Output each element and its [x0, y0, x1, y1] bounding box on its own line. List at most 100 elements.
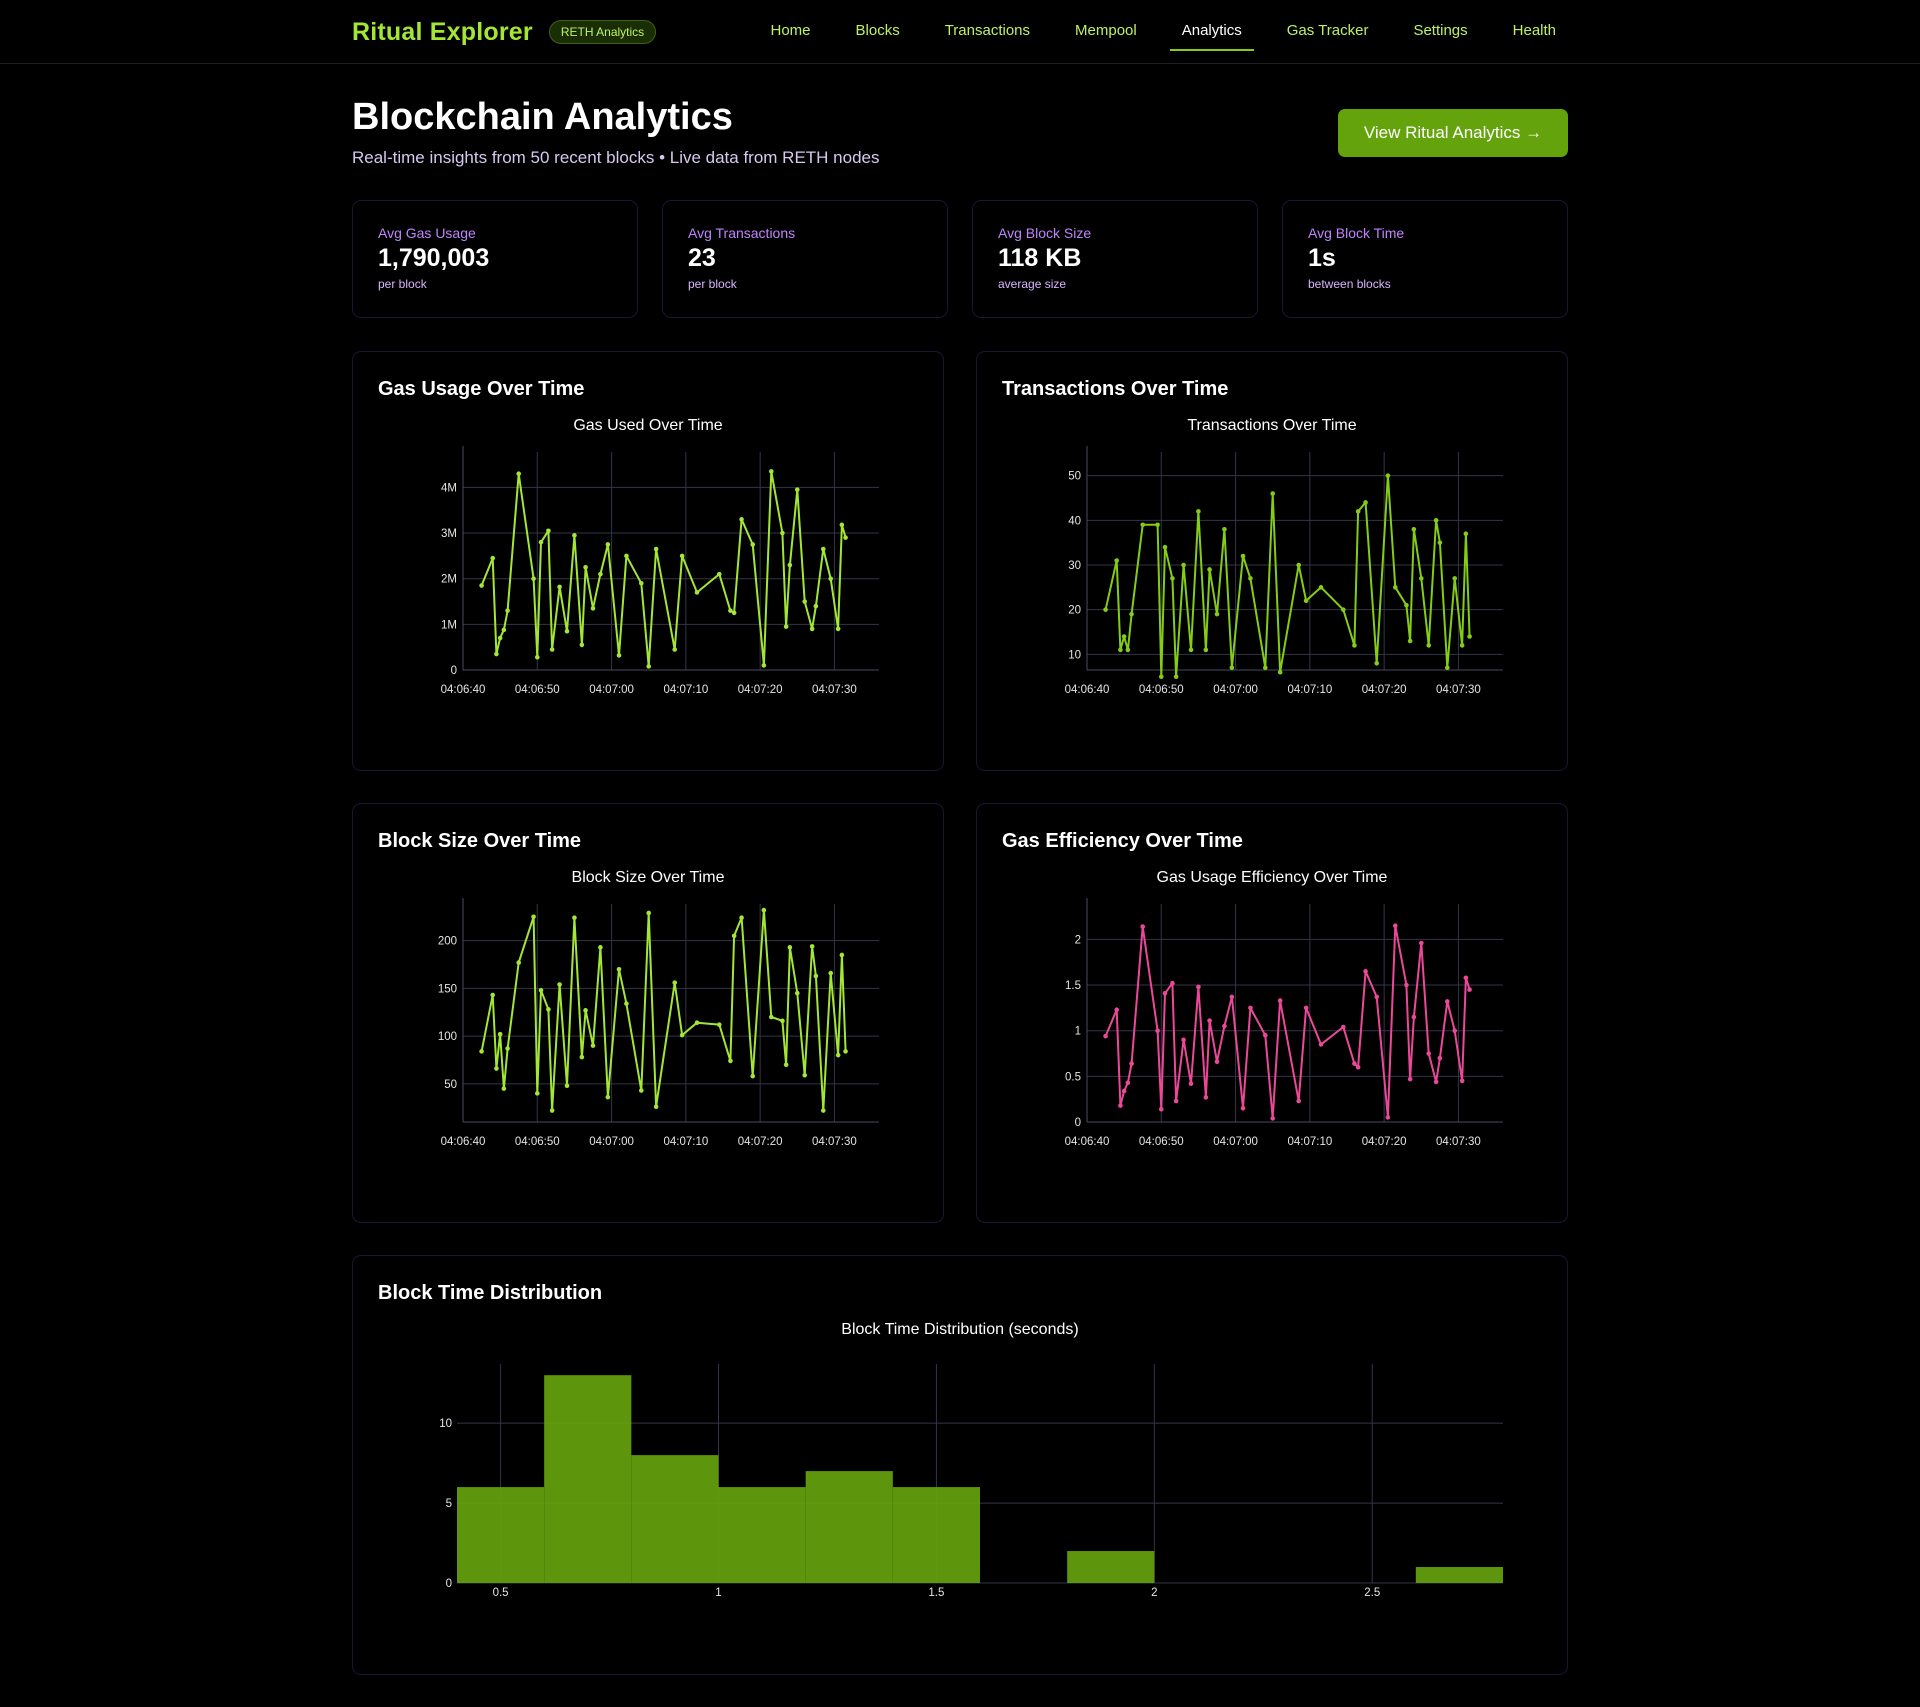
- data-point: [1140, 522, 1146, 528]
- data-point: [1229, 665, 1235, 671]
- data-point: [1363, 500, 1368, 505]
- stat-card-transactions: Avg Transactions 23 per block: [662, 200, 948, 318]
- data-point: [1214, 611, 1220, 617]
- data-point: [1433, 1079, 1439, 1085]
- data-point: [1404, 602, 1409, 608]
- stat-value: 1s: [1308, 244, 1336, 272]
- data-point: [1437, 1055, 1443, 1061]
- y-tick-label: 3M: [441, 528, 457, 540]
- data-point: [531, 576, 536, 581]
- data-point: [1463, 975, 1469, 981]
- data-point: [1318, 1042, 1324, 1047]
- nav-link-analytics[interactable]: Analytics: [1169, 0, 1254, 64]
- data-point: [672, 647, 678, 652]
- x-tick-label: 04:07:00: [589, 684, 634, 696]
- y-tick-label: 2: [1075, 934, 1081, 946]
- block-size-chart[interactable]: Block Size Over Time 04:06:40 04:06:50 04:0…: [353, 804, 943, 1222]
- data-point: [579, 1054, 585, 1060]
- data-point: [505, 1046, 510, 1051]
- y-tick-label: 10: [439, 1418, 452, 1430]
- data-point: [590, 1043, 596, 1048]
- data-point: [694, 590, 700, 595]
- block-time-histogram[interactable]: Block Time Distribution (seconds) 0.5 1 1.5…: [353, 1256, 1567, 1674]
- stat-label: Avg Gas Usage: [378, 225, 476, 241]
- histogram-bar: [892, 1487, 980, 1583]
- nav-link-home[interactable]: Home: [759, 0, 823, 64]
- data-point: [546, 528, 551, 534]
- data-point: [1444, 999, 1450, 1004]
- data-point: [598, 945, 603, 950]
- data-point: [768, 1014, 774, 1020]
- data-point: [1207, 1018, 1212, 1023]
- data-point: [1355, 509, 1361, 514]
- nav-links: Home Blocks Transactions Mempool Analytics Ga…: [738, 0, 1569, 64]
- data-point: [1404, 982, 1409, 988]
- histogram-bar: [544, 1375, 632, 1583]
- data-point: [843, 1049, 848, 1054]
- data-point: [572, 533, 577, 538]
- data-point: [546, 1007, 551, 1012]
- data-point: [605, 1094, 611, 1100]
- chart-title: Block Time Distribution (seconds): [841, 1321, 1078, 1338]
- x-tick-label: 04:07:10: [663, 684, 708, 696]
- x-tick-label: 04:07:00: [1213, 1136, 1258, 1148]
- data-point: [716, 1022, 722, 1027]
- x-tick-label: 1.5: [928, 1587, 944, 1599]
- data-point: [835, 1052, 841, 1058]
- data-point: [1467, 634, 1472, 639]
- data-point: [583, 564, 588, 570]
- x-tick-label: 04:06:40: [441, 1136, 486, 1148]
- gas-usage-chart[interactable]: Gas Used Over Time 04:06:40 04:06:50 04:07:…: [353, 352, 943, 770]
- data-point: [1444, 665, 1450, 671]
- data-point: [780, 530, 785, 536]
- view-ritual-analytics-button[interactable]: View Ritual Analytics →: [1338, 109, 1568, 157]
- data-point: [534, 654, 540, 660]
- data-point: [802, 599, 808, 604]
- data-point: [679, 1032, 685, 1038]
- data-point: [1459, 1078, 1465, 1084]
- y-tick-label: 2M: [441, 574, 457, 586]
- y-tick-label: 5: [446, 1498, 452, 1510]
- data-point: [1262, 1032, 1268, 1038]
- data-point: [794, 990, 800, 996]
- data-point: [820, 546, 826, 552]
- x-tick-label: 04:07:30: [1436, 684, 1481, 696]
- y-tick-label: 0: [446, 1578, 452, 1590]
- data-point: [1121, 634, 1127, 639]
- series-line: [480, 470, 847, 668]
- data-point: [1459, 643, 1465, 648]
- data-point: [1296, 1098, 1302, 1104]
- nav-link-health[interactable]: Health: [1501, 0, 1568, 64]
- data-point: [761, 663, 767, 668]
- brand-logo[interactable]: Ritual Explorer: [352, 18, 533, 47]
- nav-link-transactions[interactable]: Transactions: [933, 0, 1042, 64]
- data-point: [1418, 940, 1424, 946]
- data-point: [731, 610, 737, 616]
- data-point: [653, 546, 659, 552]
- nav-link-settings[interactable]: Settings: [1401, 0, 1479, 64]
- analytics-badge: RETH Analytics: [548, 20, 657, 44]
- data-point: [538, 987, 544, 993]
- data-point: [1125, 1080, 1131, 1086]
- y-tick-label: 150: [438, 983, 457, 995]
- page-subtitle: Real-time insights from 50 recent blocks…: [352, 148, 880, 167]
- data-point: [1173, 1098, 1179, 1104]
- nav-link-blocks[interactable]: Blocks: [844, 0, 912, 64]
- data-point: [768, 469, 774, 474]
- nav-link-mempool[interactable]: Mempool: [1063, 0, 1149, 64]
- data-point: [843, 535, 848, 540]
- data-point: [739, 915, 744, 921]
- data-point: [1158, 1106, 1164, 1112]
- data-point: [1340, 1024, 1346, 1030]
- gas-efficiency-chart[interactable]: Gas Usage Efficiency Over Time 04:06:40 04…: [977, 804, 1567, 1222]
- data-point: [1222, 1023, 1227, 1029]
- stat-value: 1,790,003: [378, 244, 490, 272]
- data-point: [534, 1091, 540, 1096]
- y-tick-label: 40: [1068, 515, 1081, 527]
- data-point: [590, 606, 596, 611]
- x-tick-label: 04:06:50: [1139, 684, 1184, 696]
- nav-link-gas-tracker[interactable]: Gas Tracker: [1275, 0, 1381, 64]
- x-tick-label: 04:07:30: [812, 1136, 857, 1148]
- transactions-chart[interactable]: Transactions Over Time 04:06:40 04:06:50 04…: [977, 352, 1567, 770]
- data-point: [1196, 509, 1201, 514]
